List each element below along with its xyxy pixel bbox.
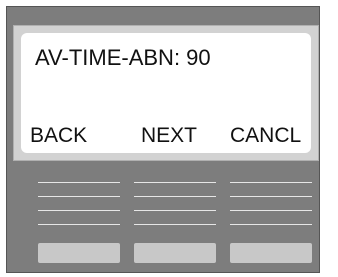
softkey-back-label[interactable]: BACK xyxy=(30,124,87,148)
softkey-next-button[interactable] xyxy=(134,243,216,263)
speaker-grille-right xyxy=(230,182,312,226)
lcd-display: AV-TIME-ABN: 90 BACK NEXT CANCL xyxy=(21,33,311,153)
speaker-grille-left xyxy=(38,182,120,226)
speaker-grille-center xyxy=(134,182,216,226)
softkey-back-button[interactable] xyxy=(38,243,120,263)
softkey-next-label[interactable]: NEXT xyxy=(141,124,197,148)
softkey-cancel-label[interactable]: CANCL xyxy=(230,124,301,148)
display-text-line: AV-TIME-ABN: 90 xyxy=(35,45,211,70)
softkey-cancel-button[interactable] xyxy=(230,243,312,263)
